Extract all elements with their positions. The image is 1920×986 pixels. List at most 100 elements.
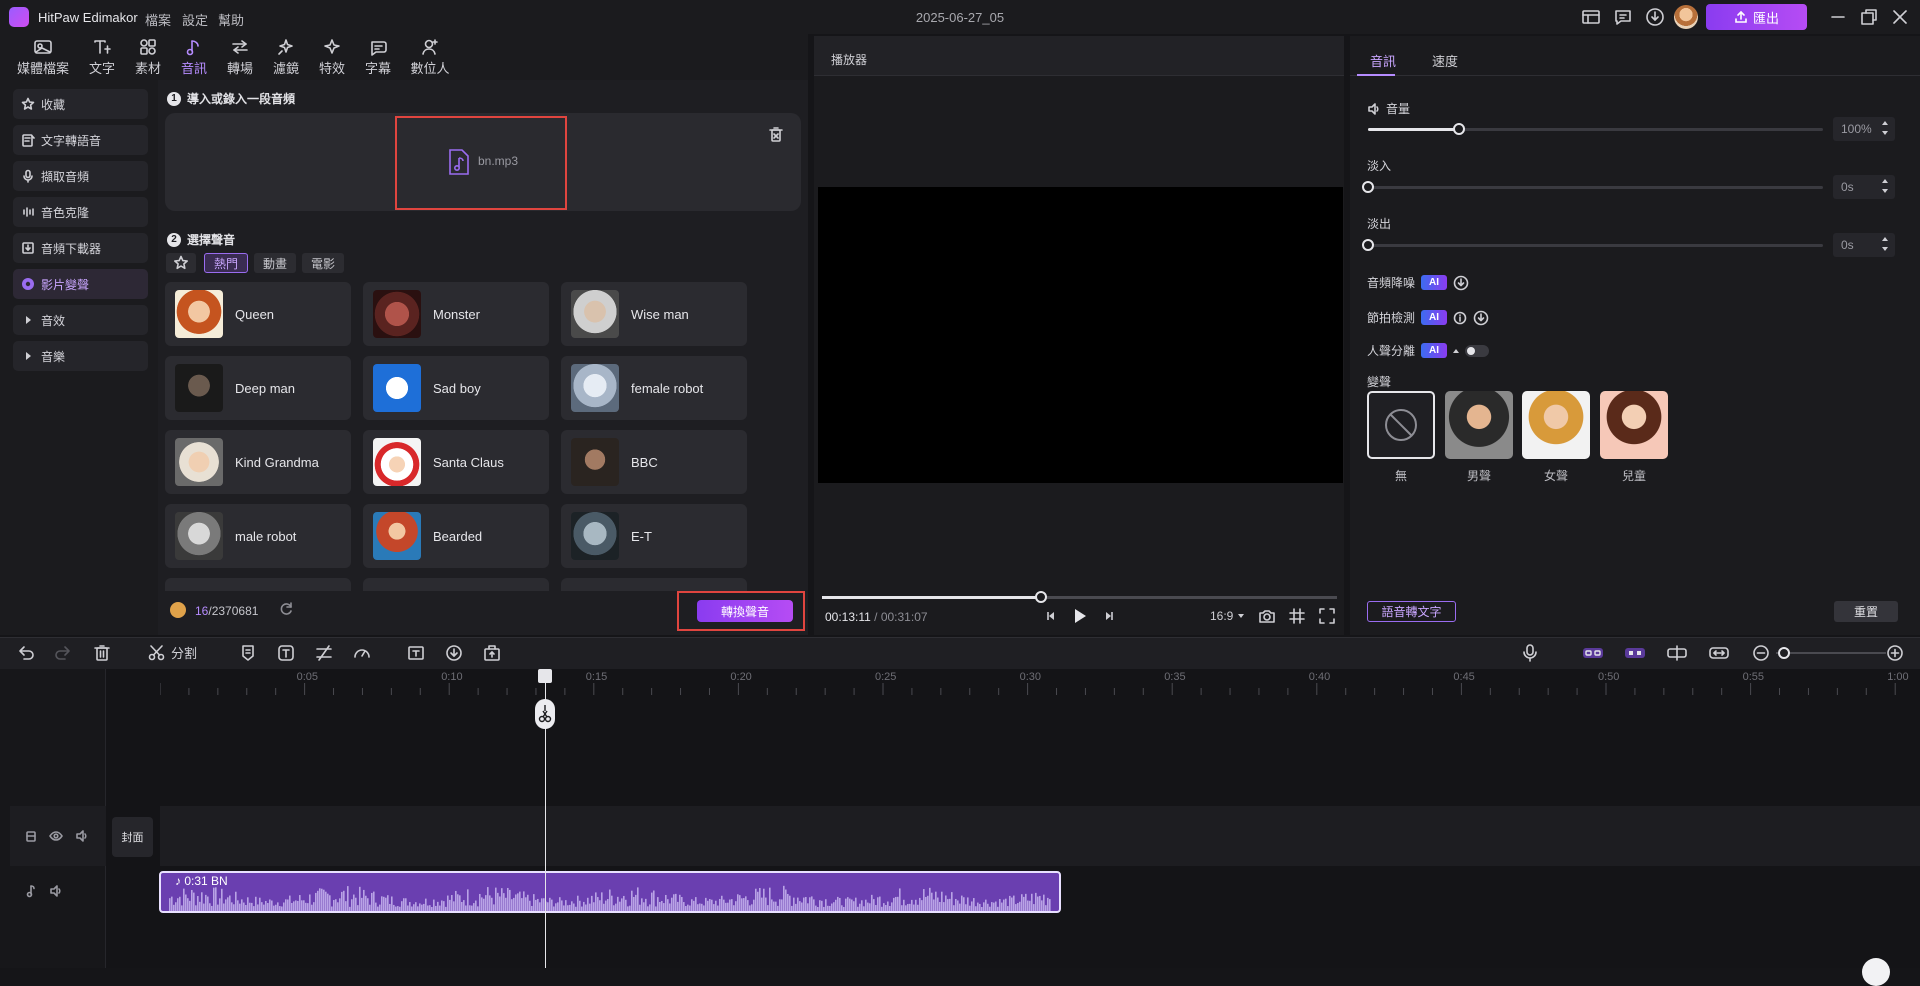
timeline-ruler[interactable]: 0:05 0:10 0:15 0:20 0:25 0:30 0:35 0:40 0:45 0:50… xyxy=(160,669,1920,695)
download-circle-icon[interactable] xyxy=(1644,6,1666,28)
speech-to-text-button[interactable]: 語音轉文字 xyxy=(1367,601,1456,622)
info-icon[interactable] xyxy=(1453,311,1467,325)
filter-popular[interactable]: 熱門 xyxy=(204,253,248,273)
playhead-split-handle[interactable] xyxy=(535,699,555,729)
tab-audio[interactable]: 音訊 xyxy=(1370,51,1396,70)
tool-audio[interactable]: 音訊 xyxy=(174,34,214,80)
export-button[interactable]: 匯出 xyxy=(1706,4,1807,30)
snapshot-icon[interactable] xyxy=(1258,607,1276,625)
tool-subtitle[interactable]: 字幕 xyxy=(358,34,398,80)
export-clip-icon[interactable] xyxy=(482,643,502,663)
sidebar-item-music[interactable]: 音樂 xyxy=(13,341,148,371)
voice-card-monster[interactable]: Monster xyxy=(363,282,549,346)
tool-transition[interactable]: 轉場 xyxy=(220,34,260,80)
delete-icon[interactable] xyxy=(92,643,112,663)
text-box-icon[interactable] xyxy=(276,643,296,663)
fullscreen-icon[interactable] xyxy=(1318,607,1336,625)
minimize-icon[interactable] xyxy=(1827,6,1849,28)
download-circle-icon[interactable] xyxy=(444,643,464,663)
record-mic-icon[interactable] xyxy=(1520,643,1540,663)
zoom-in-icon[interactable] xyxy=(1886,644,1904,662)
volume-slider-handle[interactable] xyxy=(1453,123,1465,135)
layout-icon[interactable] xyxy=(1580,6,1602,28)
filter-favorites[interactable] xyxy=(166,253,196,273)
tool-text[interactable]: 文字 xyxy=(82,34,122,80)
trim-icon[interactable] xyxy=(314,643,334,663)
tool-effects[interactable]: 特效 xyxy=(312,34,352,80)
voice-card-bbc[interactable]: BBC xyxy=(561,430,747,494)
video-preview[interactable] xyxy=(818,187,1343,483)
close-icon[interactable] xyxy=(1889,6,1911,28)
sidebar-item-sound-effects[interactable]: 音效 xyxy=(13,305,148,335)
voice-card-female-robot[interactable]: female robot xyxy=(561,356,747,420)
tool-elements[interactable]: 素材 xyxy=(128,34,168,80)
cover-track[interactable] xyxy=(160,806,1920,866)
voice-change-female[interactable] xyxy=(1522,391,1590,459)
sidebar-item-audio-downloader[interactable]: 音頻下載器 xyxy=(13,233,148,263)
filter-animation[interactable]: 動畫 xyxy=(254,253,296,273)
voice-change-child[interactable] xyxy=(1600,391,1668,459)
voice-card-deep-man[interactable]: Deep man xyxy=(165,356,351,420)
fit-track-icon[interactable] xyxy=(1708,643,1730,663)
speaker-icon[interactable] xyxy=(49,884,63,898)
sidebar-item-tts[interactable]: 文字轉語音 xyxy=(13,125,148,155)
voice-change-none[interactable] xyxy=(1367,391,1435,459)
fade-in-slider-handle[interactable] xyxy=(1362,181,1374,193)
fade-out-slider-track[interactable] xyxy=(1368,244,1823,247)
voice-card-wise-man[interactable]: Wise man xyxy=(561,282,747,346)
volume-stepper-icon[interactable] xyxy=(1880,118,1890,138)
download-circle-icon[interactable] xyxy=(1473,310,1489,326)
sidebar-item-voice-changer[interactable]: 影片變聲 xyxy=(13,269,148,299)
aspect-ratio-select[interactable]: 16:9 xyxy=(1210,609,1245,623)
voice-card-sad-boy[interactable]: Sad boy xyxy=(363,356,549,420)
tool-media[interactable]: 媒體檔案 xyxy=(14,34,72,80)
sidebar-item-voice-clone[interactable]: 音色克隆 xyxy=(13,197,148,227)
fade-in-stepper-icon[interactable] xyxy=(1880,176,1890,196)
fade-out-stepper-icon[interactable] xyxy=(1880,234,1890,254)
marker-icon[interactable] xyxy=(238,643,258,663)
tool-filter[interactable]: 濾鏡 xyxy=(266,34,306,80)
fade-out-slider-handle[interactable] xyxy=(1362,239,1374,251)
voice-card-male-robot[interactable]: male robot xyxy=(165,504,351,568)
zoom-slider-track[interactable] xyxy=(1776,652,1886,654)
refresh-icon[interactable] xyxy=(278,601,294,617)
user-avatar[interactable] xyxy=(1674,5,1698,29)
fade-in-slider-track[interactable] xyxy=(1368,186,1823,189)
zoom-out-icon[interactable] xyxy=(1752,644,1770,662)
restore-icon[interactable] xyxy=(1858,6,1880,28)
voice-card-santa-claus[interactable]: Santa Claus xyxy=(363,430,549,494)
cover-button[interactable]: 封面 xyxy=(112,817,153,857)
voice-card-kind-grandma[interactable]: Kind Grandma xyxy=(165,430,351,494)
feedback-icon[interactable] xyxy=(1612,6,1634,28)
grid-icon[interactable] xyxy=(1288,607,1306,625)
undo-icon[interactable] xyxy=(16,643,36,663)
convert-voice-button[interactable]: 轉換聲音 xyxy=(697,600,793,622)
voice-card-bearded[interactable]: Bearded xyxy=(363,504,549,568)
filter-movie[interactable]: 電影 xyxy=(302,253,344,273)
voice-card-partial[interactable] xyxy=(165,578,351,591)
delete-file-icon[interactable] xyxy=(768,126,784,144)
link-track-icon[interactable] xyxy=(1582,643,1604,663)
voice-card-partial[interactable] xyxy=(561,578,747,591)
sidebar-item-favorites[interactable]: 收藏 xyxy=(13,89,148,119)
speed-icon[interactable] xyxy=(352,643,372,663)
voice-card-partial[interactable] xyxy=(363,578,549,591)
reset-button[interactable]: 重置 xyxy=(1834,601,1898,622)
sidebar-item-extract-audio[interactable]: 擷取音頻 xyxy=(13,161,148,191)
snap-icon[interactable] xyxy=(1624,643,1646,663)
tool-digital-human[interactable]: 數位人 xyxy=(406,34,454,80)
next-frame-icon[interactable] xyxy=(1102,609,1116,623)
download-circle-icon[interactable] xyxy=(1453,275,1469,291)
audio-clip[interactable] xyxy=(159,871,1061,913)
voice-card-queen[interactable]: Queen xyxy=(165,282,351,346)
zoom-slider-handle[interactable] xyxy=(1778,647,1790,659)
redo-icon[interactable] xyxy=(53,643,73,663)
split-track-icon[interactable] xyxy=(1666,643,1688,663)
split-button[interactable]: 分割 xyxy=(148,643,197,662)
prev-frame-icon[interactable] xyxy=(1044,609,1058,623)
tab-speed[interactable]: 速度 xyxy=(1432,51,1458,70)
playhead-handle[interactable] xyxy=(538,669,552,683)
voice-change-male[interactable] xyxy=(1445,391,1513,459)
play-icon[interactable] xyxy=(1072,607,1088,625)
track-lock-icon[interactable] xyxy=(24,829,38,843)
